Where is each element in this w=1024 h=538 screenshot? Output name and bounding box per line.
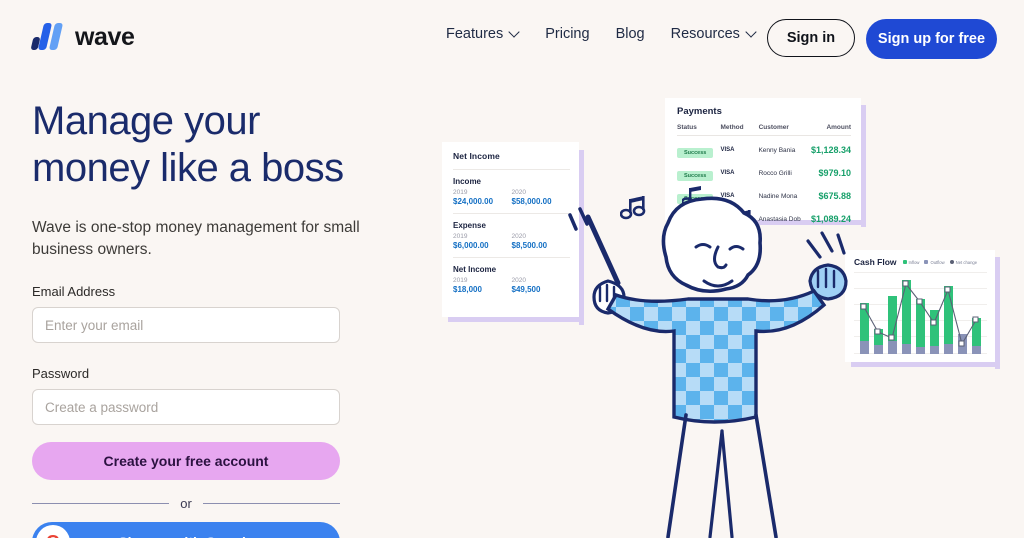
net-income-card: Net Income Income 2019 $24,000.00 2020 $… [442,142,584,325]
sign-in-button[interactable]: Sign in [767,19,855,57]
sign-up-button[interactable]: Sign up for free [866,19,997,59]
page-title: Manage your money like a boss [32,98,392,192]
legend-item-inflow: Inflow [902,259,920,265]
table-row: Success VISA Kenny Bania $1,128.34 [677,141,851,159]
legend-label: Outflow [930,259,945,265]
section-heading: Income [453,177,482,186]
divider-line-right [202,503,340,504]
column-header-method: Method [720,124,744,131]
chevron-down-icon [510,28,519,37]
amount-value: $18,000 [453,285,482,294]
legend-label: Inflow [908,259,920,265]
nav-label: Pricing [545,26,590,42]
column-header-status: Status [677,124,697,131]
payments-card-title: Payments [677,106,722,117]
payment-amount: $1,128.34 [810,145,851,155]
legend-item-net-change: Net change [949,259,978,265]
customer-name: Rocco Grilli [758,169,792,177]
google-button-label: Sign up with Google [32,522,340,538]
net-income-section: Income 2019 $24,000.00 2020 $58,000.00 [453,177,570,206]
site-header: wave Features Pricing Blog Resources Sig… [0,0,1024,76]
section-heading: Net Income [453,265,497,274]
payment-method: VISA [720,170,735,176]
amount-value: $24,000.00 [453,197,494,206]
customer-name: Kenny Bania [758,146,796,154]
hero-illustration: Net Income Income 2019 $24,000.00 2020 $… [420,80,1024,538]
email-field[interactable] [32,307,340,343]
nav-item-features[interactable]: Features [446,26,519,42]
password-field[interactable] [32,389,340,425]
brand-name: wave [75,22,135,51]
nav-item-blog[interactable]: Blog [616,26,645,42]
divider [453,257,570,258]
sign-up-with-google-button[interactable]: G Sign up with Google [32,522,340,538]
status-badge: Success [677,148,714,158]
legend-swatch [902,260,907,264]
landing-page: wave Features Pricing Blog Resources Sig… [0,0,1024,538]
headline-line-1: Manage your [32,99,260,143]
or-divider: or [32,496,340,511]
hero-subheadline: Wave is one-stop money management for sm… [32,219,360,258]
chart-legend: Inflow Outflow Net change [902,259,978,265]
column-header-amount: Amount [826,124,851,131]
card-shadow-right [995,257,1000,369]
password-label: Password [32,366,90,381]
payment-amount: $979.10 [818,168,851,178]
nav-item-pricing[interactable]: Pricing [545,26,589,42]
divider [453,169,570,170]
nav-item-resources[interactable]: Resources [671,26,756,42]
nav-label: Features [446,26,504,42]
year-label: 2019 [453,233,468,240]
net-income-card-title: Net Income [453,151,500,161]
legend-swatch [924,260,929,264]
chevron-down-icon [747,28,756,37]
divider [677,135,851,136]
amount-value: $6,000.00 [453,241,489,250]
year-label: 2019 [453,189,468,196]
divider-label: or [180,496,192,511]
main-navigation: Features Pricing Blog Resources [446,26,756,42]
wave-logo[interactable]: wave [30,22,135,52]
expense-section: Expense 2019 $6,000.00 2020 $8,500.00 [453,221,570,250]
divider-line-left [32,503,170,504]
payments-table-header: Status Method Customer Amount [677,124,851,131]
hero-section: Manage your money like a boss Wave is on… [32,98,412,538]
email-label: Email Address [32,284,116,299]
headline-line-2: money like a boss [32,146,344,190]
section-heading: Expense [453,221,486,230]
legend-item-outflow: Outflow [924,259,945,265]
table-row: Success VISA Rocco Grilli $979.10 [677,164,851,182]
legend-label: Net change [955,259,978,265]
nav-label: Resources [670,26,740,42]
divider [453,213,570,214]
payment-method: VISA [720,147,735,153]
status-badge: Success [677,171,714,181]
create-account-button[interactable]: Create your free account [32,442,340,480]
person-conducting-illustration [568,196,848,538]
column-header-customer: Customer [758,124,789,131]
legend-swatch [949,260,954,264]
nav-label: Blog [615,26,645,42]
wave-logo-icon [30,22,66,52]
net-total-section: Net Income 2019 $18,000 2020 $49,500 [453,265,570,294]
year-label: 2019 [453,277,468,284]
